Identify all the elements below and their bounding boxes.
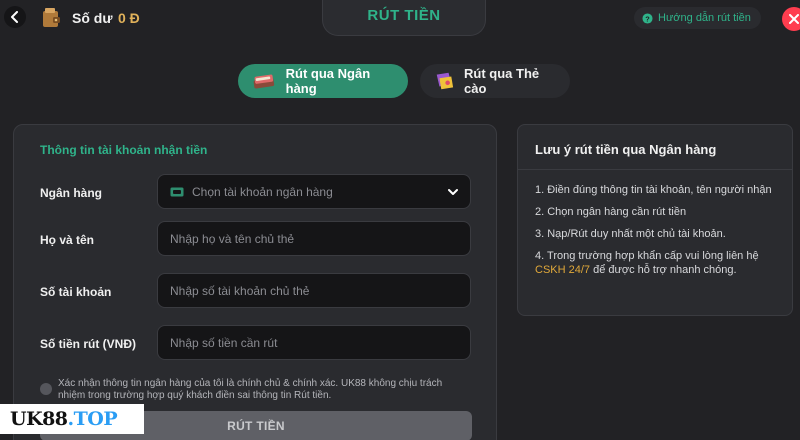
chevron-left-icon [11, 11, 18, 23]
tab-bank-label: Rút qua Ngân hàng [285, 66, 371, 96]
tab-card-withdraw[interactable]: Rút qua Thẻ cào [420, 64, 570, 98]
withdraw-amount-field[interactable] [157, 325, 471, 360]
bank-select[interactable]: Chọn tài khoản ngân hàng [157, 174, 471, 209]
question-circle-icon: ? [642, 12, 653, 24]
close-icon [789, 14, 799, 24]
tab-card-label: Rút qua Thẻ cào [464, 66, 540, 96]
account-number-input[interactable] [170, 283, 458, 298]
watermark-suffix: .TOP [67, 408, 118, 430]
note-item: 1. Điền đúng thông tin tài khoản, tên ng… [535, 184, 772, 196]
book-icon [253, 74, 275, 89]
svg-text:?: ? [645, 14, 650, 23]
close-button[interactable] [782, 7, 800, 31]
watermark-main: UK88 [10, 408, 68, 430]
withdraw-guide-label: Hướng dẫn rút tiền [658, 12, 751, 24]
balance-value: 0 Đ [118, 10, 140, 26]
account-number-label: Số tài khoản [40, 285, 112, 299]
back-button[interactable] [4, 6, 26, 28]
account-number-field[interactable] [157, 273, 471, 308]
note-item: 3. Nạp/Rút duy nhất một chủ tài khoản. [535, 228, 726, 240]
tab-bank-withdraw[interactable]: Rút qua Ngân hàng [238, 64, 408, 98]
wallet-icon [43, 8, 60, 27]
bank-label: Ngân hàng [40, 186, 102, 200]
recipient-account-form: Thông tin tài khoản nhận tiền Ngân hàng … [13, 124, 497, 440]
full-name-input[interactable] [170, 231, 458, 246]
note-item: 2. Chọn ngân hàng cần rút tiền [535, 206, 687, 218]
chevron-down-icon [448, 188, 458, 195]
bank-select-placeholder: Chọn tài khoản ngân hàng [192, 184, 333, 199]
page-title: RÚT TIỀN [367, 7, 441, 24]
notes-divider [518, 169, 792, 170]
balance-label: Số dư [72, 10, 113, 26]
withdraw-amount-label: Số tiền rút (VNĐ) [40, 337, 136, 351]
note-item-contact-prefix: 4. Trong trường hợp khẩn cấp vui lòng li… [535, 250, 759, 262]
page-title-tab: RÚT TIỀN [322, 0, 486, 36]
withdraw-guide-button[interactable]: ? Hướng dẫn rút tiền [634, 7, 761, 29]
notes-title: Lưu ý rút tiền qua Ngân hàng [535, 142, 717, 157]
full-name-label: Họ và tên [40, 233, 95, 247]
confirm-radio[interactable] [40, 383, 52, 395]
card-icon [436, 72, 454, 90]
withdraw-notes-panel: Lưu ý rút tiền qua Ngân hàng 1. Điền đún… [517, 124, 793, 316]
site-watermark: UK88 .TOP [0, 404, 144, 434]
note-item-contact-suffix: để được hỗ trợ nhanh chóng. [590, 264, 737, 276]
cskh-link[interactable]: CSKH 24/7 [535, 264, 590, 276]
form-section-title: Thông tin tài khoản nhận tiền [40, 143, 208, 157]
notes-list: 1. Điền đúng thông tin tài khoản, tên ng… [535, 183, 785, 285]
full-name-field[interactable] [157, 221, 471, 256]
withdraw-amount-input[interactable] [170, 335, 458, 350]
note-item-contact: 4. Trong trường hợp khẩn cấp vui lòng li… [535, 249, 785, 277]
card-icon [170, 187, 184, 196]
confirm-text: Xác nhận thông tin ngân hàng của tôi là … [58, 378, 443, 401]
